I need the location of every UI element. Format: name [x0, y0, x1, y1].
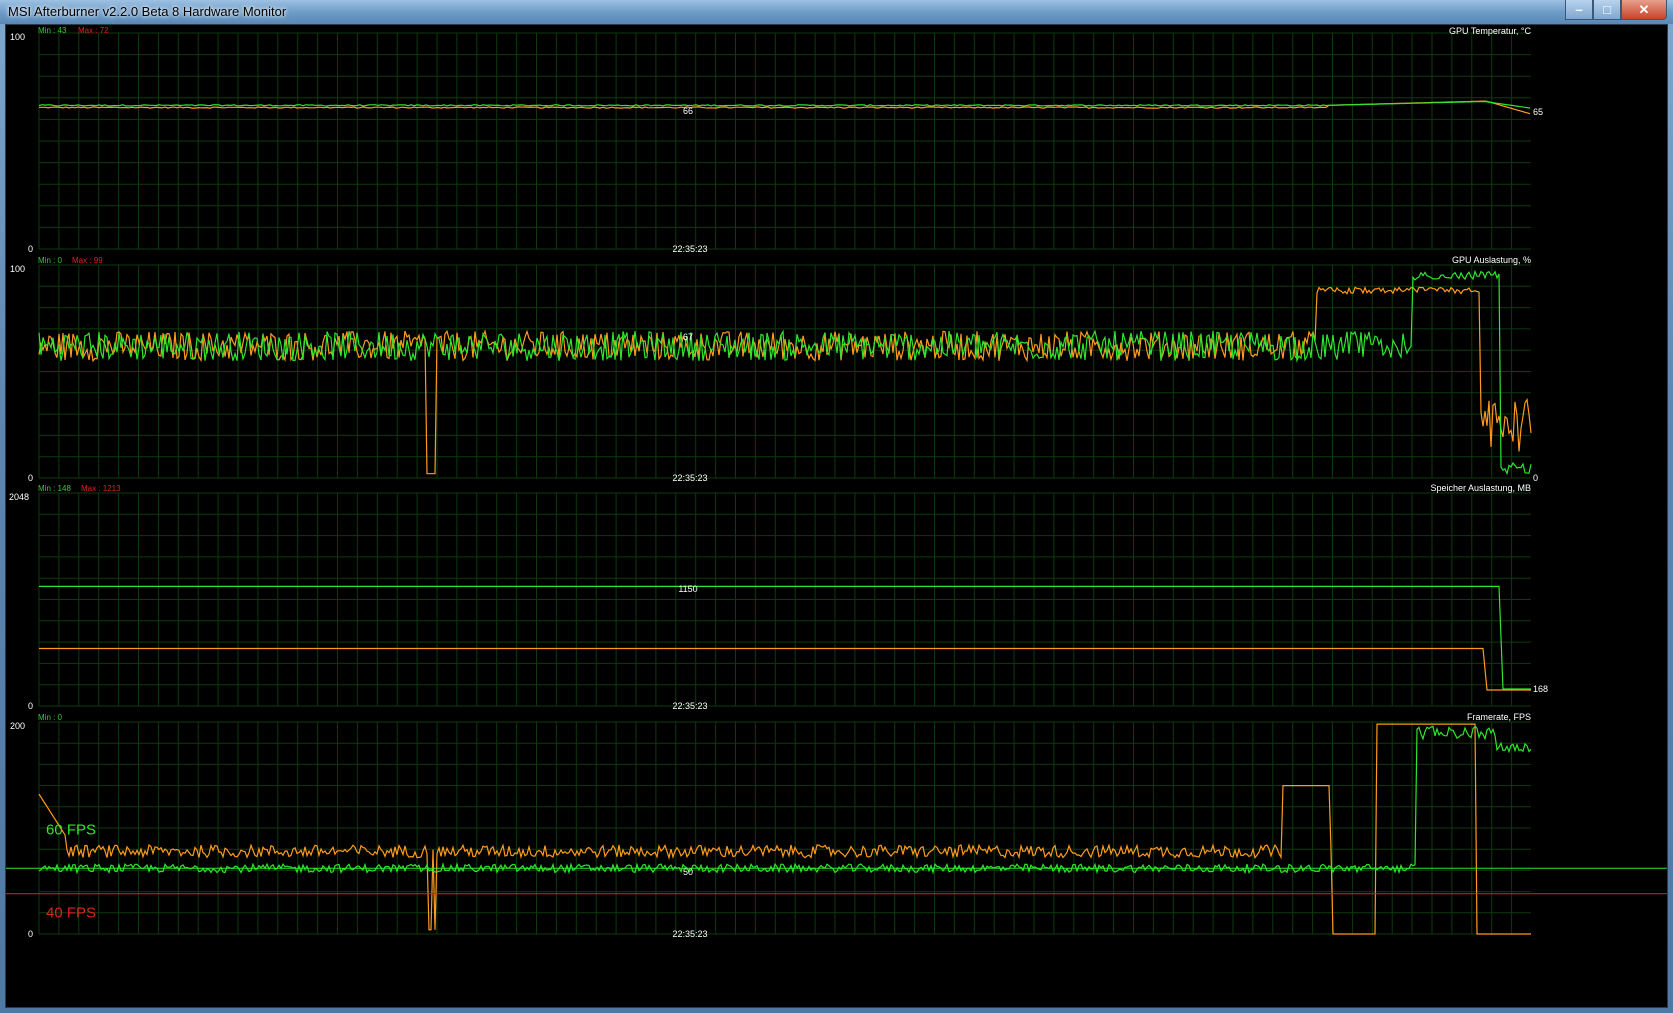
end-value: 0	[1533, 473, 1538, 483]
fps-60-label: 60 FPS	[46, 821, 96, 838]
max-label: Max : 72	[78, 26, 109, 35]
end-value: 65	[1533, 107, 1543, 117]
max-label: Max : 99	[72, 256, 103, 265]
panel-framerate[interactable]: 200 0 Min : 0 Framerate, FPS 22:35:23 50	[10, 712, 1532, 939]
time-label: 22:35:23	[672, 701, 707, 711]
series-orange	[38, 286, 1532, 475]
min-label: Min : 0	[38, 256, 63, 265]
minimize-button[interactable]: –	[1565, 0, 1593, 20]
y-axis-min: 0	[28, 473, 33, 483]
min-label: Min : 0	[38, 713, 63, 722]
close-button[interactable]: ✕	[1621, 0, 1667, 20]
center-value: 67	[683, 332, 693, 342]
y-axis-min: 0	[28, 701, 33, 711]
min-label: Min : 148	[38, 484, 71, 493]
grid-lines	[38, 492, 1531, 707]
grid-lines	[38, 32, 1531, 250]
graph-title: Framerate, FPS	[1467, 712, 1531, 722]
center-value: 66	[683, 106, 693, 116]
hardware-monitor-graphs[interactable]: 100 0 Min : 43 Max : 72 GPU Temperatur, …	[6, 25, 1667, 1007]
y-axis-max: 200	[10, 721, 25, 731]
afterburner-window: MSI Afterburner v2.2.0 Beta 8 Hardware M…	[0, 0, 1673, 1013]
y-axis-min: 0	[28, 929, 33, 939]
series-green	[39, 585, 1531, 690]
end-value: 168	[1533, 684, 1548, 694]
series-orange	[38, 723, 1531, 935]
panel-gpu-temperature[interactable]: 100 0 Min : 43 Max : 72 GPU Temperatur, …	[10, 26, 1543, 254]
graph-title: Speicher Auslastung, MB	[1430, 483, 1531, 493]
title-bar[interactable]: MSI Afterburner v2.2.0 Beta 8 Hardware M…	[0, 0, 1673, 24]
maximize-button[interactable]: □	[1593, 0, 1621, 20]
time-label: 22:35:23	[672, 473, 707, 483]
fps-40-label: 40 FPS	[46, 905, 96, 922]
graph-title: GPU Auslastung, %	[1452, 255, 1531, 265]
panel-memory-usage[interactable]: 2048 0 Min : 148 Max : 1213 Speicher Aus…	[9, 483, 1548, 711]
time-label: 22:35:23	[672, 244, 707, 254]
close-icon: ✕	[1638, 1, 1650, 17]
window-title: MSI Afterburner v2.2.0 Beta 8 Hardware M…	[8, 4, 287, 19]
y-axis-max: 100	[10, 32, 25, 42]
series-green	[38, 269, 1532, 476]
monitor-client-area: 100 0 Min : 43 Max : 72 GPU Temperatur, …	[5, 24, 1668, 1008]
caption-buttons: – □ ✕	[1547, 0, 1667, 20]
series-orange	[39, 100, 1531, 115]
grid-lines	[38, 264, 1531, 479]
grid-lines	[38, 721, 1531, 935]
maximize-icon: □	[1603, 2, 1611, 17]
center-value: 1150	[678, 584, 697, 594]
time-label: 22:35:23	[672, 929, 707, 939]
min-label: Min : 43	[38, 26, 67, 35]
y-axis-min: 0	[28, 244, 33, 254]
panel-gpu-usage[interactable]: 100 0 Min : 0 Max : 99 GPU Auslastung, %…	[10, 255, 1538, 483]
series-orange	[39, 647, 1531, 691]
max-label: Max : 1213	[81, 484, 121, 493]
minimize-icon: –	[1575, 2, 1583, 17]
y-axis-max: 100	[10, 264, 25, 274]
y-axis-max: 2048	[9, 492, 29, 502]
graph-title: GPU Temperatur, °C	[1449, 26, 1531, 36]
